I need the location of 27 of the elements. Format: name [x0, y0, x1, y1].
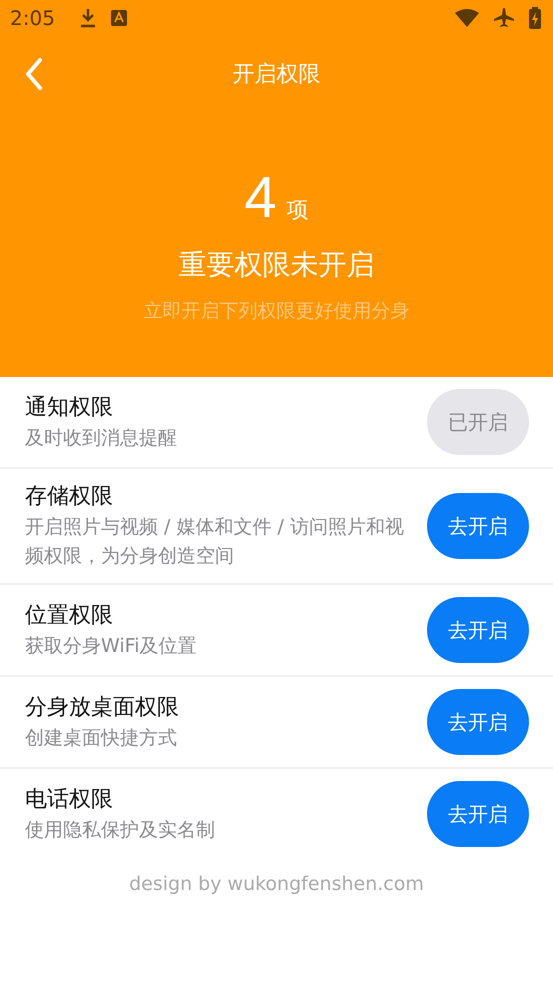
footer-credit: design by wukongfenshen.com: [129, 873, 424, 895]
permission-count: 4: [244, 164, 277, 231]
permission-description: 及时收到消息提醒: [25, 426, 178, 450]
wifi-icon: [455, 9, 479, 27]
permission-description: 开启照片与视频 / 媒体和文件 / 访问照片和视频权限，为分身创造空间: [25, 515, 405, 569]
permission-description: 创建桌面快捷方式: [25, 726, 178, 750]
count-unit: 项: [286, 197, 309, 225]
enable-button[interactable]: 去开启: [427, 597, 529, 663]
permission-title: 电话权限: [25, 786, 114, 814]
permission-title: 位置权限: [25, 602, 114, 630]
enable-button[interactable]: 去开启: [427, 689, 529, 755]
permission-title: 存储权限: [25, 483, 114, 511]
status-time: 2:05: [10, 6, 55, 30]
summary-title: 重要权限未开启: [178, 247, 374, 283]
text-app-icon: [110, 10, 127, 26]
download-icon: [78, 8, 97, 28]
page-title: 开启权限: [232, 61, 320, 89]
summary-subtitle: 立即开启下列权限更好使用分身: [144, 299, 410, 324]
enabled-button[interactable]: 已开启: [427, 389, 529, 455]
permission-title: 分身放桌面权限: [25, 694, 180, 722]
battery-icon: [529, 7, 541, 29]
permission-title: 通知权限: [25, 394, 114, 422]
permission-description: 使用隐私保护及实名制: [25, 818, 216, 842]
enable-button[interactable]: 去开启: [427, 781, 529, 847]
airplane-icon: [493, 7, 515, 29]
enable-button[interactable]: 去开启: [427, 493, 529, 559]
permission-description: 获取分身WiFi及位置: [25, 634, 198, 658]
